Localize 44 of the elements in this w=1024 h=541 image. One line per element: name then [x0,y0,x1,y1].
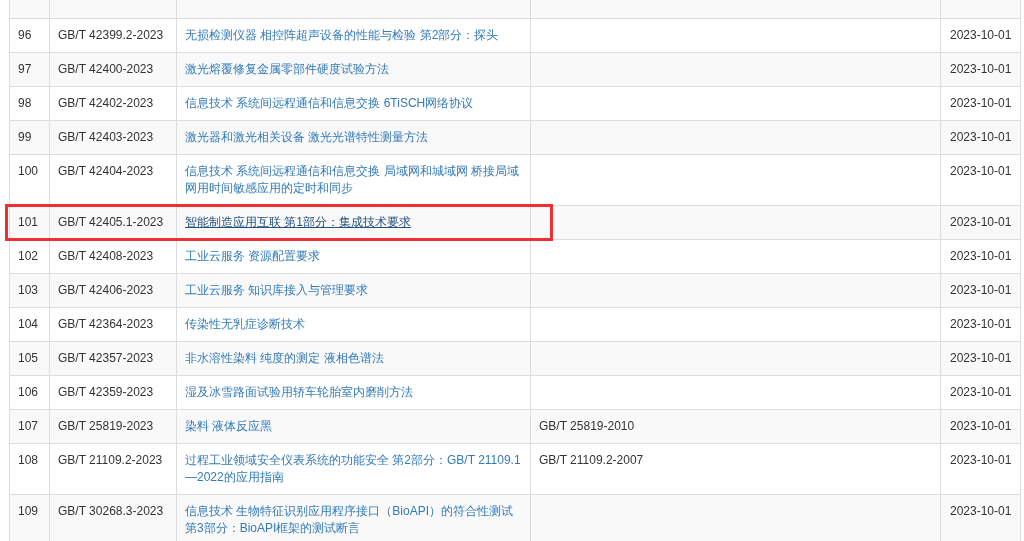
implementation-date: 2023-10-01 [950,214,1012,229]
implementation-date: 2023-10-01 [950,503,1012,518]
standard-number: GB/T 42405.1-2023 [58,214,164,229]
standard-number: GB/T 42408-2023 [58,248,154,263]
implementation-date: 2023-10-01 [950,163,1012,178]
row-number: 101 [18,214,39,229]
row-number: 99 [18,129,32,144]
row-number: 104 [18,316,39,331]
row-number: 107 [18,418,39,433]
row-number: 102 [18,248,39,263]
implementation-date: 2023-10-01 [950,27,1012,42]
implementation-date: 2023-10-01 [950,316,1012,331]
row-number: 100 [18,163,39,178]
standard-number: GB/T 42406-2023 [58,282,154,297]
standard-number: GB/T 42364-2023 [58,316,154,331]
implementation-date: 2023-10-01 [950,95,1012,110]
implementation-date: 2023-10-01 [950,248,1012,263]
implementation-date: 2023-10-01 [950,418,1012,433]
implementation-date: 2023-10-01 [950,452,1012,467]
implementation-date: 2023-10-01 [950,61,1012,76]
row-number: 109 [18,503,39,518]
implementation-date: 2023-10-01 [950,350,1012,365]
implementation-date: 2023-10-01 [950,129,1012,144]
implementation-date: 2023-10-01 [950,384,1012,399]
standard-number: GB/T 42357-2023 [58,350,154,365]
replaced-standard: GB/T 25819-2010 [539,418,635,433]
row-number: 106 [18,384,39,399]
row-number: 105 [18,350,39,365]
standard-number: GB/T 42359-2023 [58,384,154,399]
standard-number: GB/T 42402-2023 [58,95,154,110]
row-number: 96 [18,27,32,42]
standard-number: GB/T 42400-2023 [58,61,154,76]
standard-number: GB/T 42399.2-2023 [58,27,164,42]
row-number: 97 [18,61,32,76]
standard-number: GB/T 21109.2-2023 [58,452,163,467]
standard-number: GB/T 30268.3-2023 [58,503,164,518]
implementation-date: 2023-10-01 [950,282,1012,297]
row-number: 98 [18,95,32,110]
row-number: 103 [18,282,39,297]
replaced-standard: GB/T 21109.2-2007 [539,452,644,467]
standard-number: GB/T 42403-2023 [58,129,154,144]
standard-number: GB/T 25819-2023 [58,418,154,433]
standard-number: GB/T 42404-2023 [58,163,154,178]
row-number: 108 [18,452,39,467]
